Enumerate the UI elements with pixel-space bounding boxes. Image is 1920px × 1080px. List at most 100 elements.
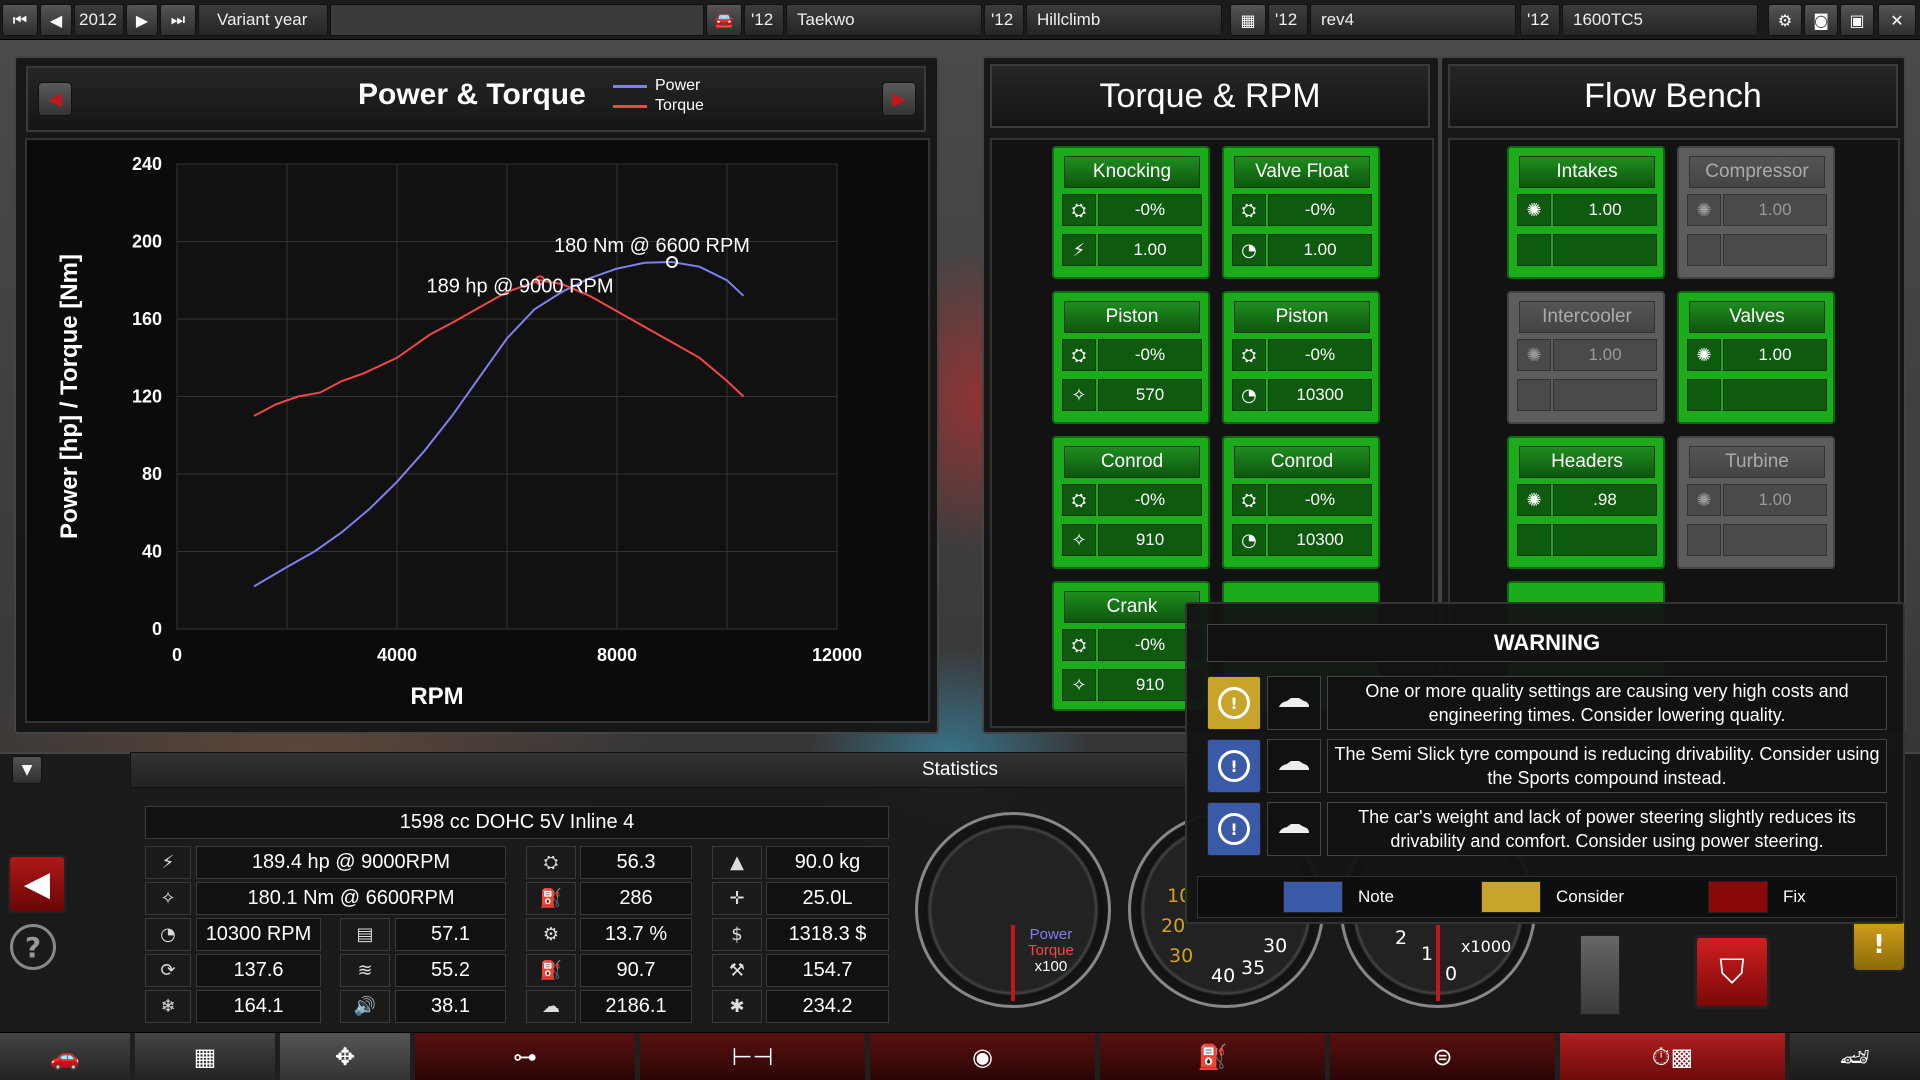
- flow-card-compressor[interactable]: Compressor ✺ 1.00: [1677, 146, 1835, 279]
- parts-icon[interactable]: ✥: [280, 1033, 410, 1080]
- card-title: Intakes: [1519, 156, 1655, 188]
- rpm-tick-1: 1: [1421, 943, 1434, 965]
- engine-block-icon[interactable]: ▦: [135, 1033, 275, 1080]
- stat-value: 154.7: [766, 954, 889, 987]
- rpm-scale-label: x1000: [1461, 937, 1512, 956]
- first-year-button[interactable]: ⏮: [2, 4, 38, 36]
- chart-area: 0 40 80 120 160 200 240 0 4000 8000 12000 RPM Power …: [25, 138, 930, 723]
- slot4-name[interactable]: 1600TC5: [1562, 4, 1758, 36]
- power-icon: ⚡: [1062, 234, 1096, 266]
- engine-icon: ⛭: [1062, 194, 1096, 226]
- engine-icon: ⛭: [526, 846, 576, 879]
- bottom-end-icon[interactable]: ⊶: [415, 1033, 635, 1080]
- torque-card-conrod[interactable]: Conrod ⛭ -0% ✧ 910: [1052, 436, 1210, 569]
- engine-description: 1598 cc DOHC 5V Inline 4: [145, 806, 889, 839]
- slot3-name[interactable]: rev4: [1310, 4, 1516, 36]
- next-year-button[interactable]: ▶: [126, 4, 158, 36]
- camera-icon[interactable]: ◙: [1804, 4, 1838, 36]
- top-toolbar: ⏮ ◀ 2012 ▶ ⏭ Variant year 🚘 '12 Taekwo '…: [0, 0, 1920, 40]
- prev-year-button[interactable]: ◀: [40, 4, 72, 36]
- efficiency-icon: ⚙: [526, 918, 576, 951]
- empty-slot: [1687, 234, 1721, 266]
- car-category-icon[interactable]: [1267, 676, 1321, 730]
- stat-value: 164.1: [196, 990, 321, 1023]
- legend-torque: Torque: [613, 96, 704, 116]
- torque-icon: ✧: [145, 882, 191, 915]
- card-value-2: 910: [1098, 524, 1202, 556]
- car-model-icon[interactable]: 🚘: [706, 4, 742, 36]
- gear-lever[interactable]: [1580, 935, 1620, 1015]
- save-icon[interactable]: ▣: [1840, 4, 1874, 36]
- x-tick-label: 0: [172, 645, 182, 665]
- card-value-2: 10300: [1268, 379, 1372, 411]
- stat-value: 10300 RPM: [196, 918, 321, 951]
- exhaust-icon[interactable]: ⊜: [1330, 1033, 1555, 1080]
- warning-title: WARNING: [1207, 624, 1887, 662]
- next-graph-button[interactable]: ▶: [882, 82, 916, 116]
- last-year-button[interactable]: ⏭: [160, 4, 196, 36]
- prev-graph-button[interactable]: ◀: [38, 82, 72, 116]
- warnings-toggle-icon[interactable]: !: [1852, 918, 1906, 972]
- fuel-system-icon[interactable]: ⛽: [1100, 1033, 1325, 1080]
- x-axis-label: RPM: [410, 683, 463, 710]
- stat-value: 25.0L: [766, 882, 889, 915]
- warning-text: The car's weight and lack of power steer…: [1327, 802, 1887, 856]
- top-end-icon[interactable]: ⊢⊣: [640, 1033, 865, 1080]
- card-title: Piston: [1234, 301, 1370, 333]
- close-icon[interactable]: ✕: [1878, 4, 1916, 36]
- cooling-icon: ❄: [145, 990, 191, 1023]
- empty-slot: [1723, 379, 1827, 411]
- torque-card-conrod[interactable]: Conrod ⛭ -0% ◔ 10300: [1222, 436, 1380, 569]
- engine-icon: ⛭: [1062, 484, 1096, 516]
- collapse-stats-button[interactable]: ▼: [12, 756, 42, 784]
- engine-family-icon[interactable]: ▦: [1230, 4, 1266, 36]
- card-value: 1.00: [1553, 339, 1657, 371]
- noise-icon: 🔊: [340, 990, 390, 1023]
- test-icon[interactable]: ⏱▩: [1560, 1033, 1785, 1080]
- torque-card-knocking[interactable]: Knocking ⛭ -0% ⚡ 1.00: [1052, 146, 1210, 279]
- aspiration-icon[interactable]: ◉: [870, 1033, 1095, 1080]
- empty-slot: [1553, 234, 1657, 266]
- settings-gear-icon[interactable]: ⚙: [1768, 4, 1802, 36]
- slot2-name[interactable]: Hillclimb: [1026, 4, 1222, 36]
- torque-rpm-title: Torque & RPM: [1099, 77, 1321, 115]
- warning-text: The Semi Slick tyre compound is reducing…: [1327, 739, 1887, 793]
- stat-value: 286: [580, 882, 692, 915]
- dyno-test-button[interactable]: ⛉: [1694, 935, 1770, 1009]
- back-button[interactable]: ◀: [8, 855, 66, 913]
- empty-slot: [1517, 524, 1551, 556]
- flow-icon: ✺: [1687, 339, 1721, 371]
- slot1-name[interactable]: Taekwo: [786, 4, 982, 36]
- y-tick-label: 40: [142, 542, 162, 562]
- card-value: 1.00: [1723, 194, 1827, 226]
- help-icon[interactable]: ?: [10, 924, 56, 970]
- flow-card-headers[interactable]: Headers ✺ .98: [1507, 436, 1665, 569]
- torque-card-valve-float[interactable]: Valve Float ⛭ -0% ◔ 1.00: [1222, 146, 1380, 279]
- flow-card-intercooler[interactable]: Intercooler ✺ 1.00: [1507, 291, 1665, 424]
- year-field[interactable]: 2012: [74, 4, 124, 36]
- flow-card-intakes[interactable]: Intakes ✺ 1.00: [1507, 146, 1665, 279]
- stat-value: 13.7 %: [580, 918, 692, 951]
- y-tick-label: 0: [152, 619, 162, 639]
- card-value-1: -0%: [1098, 194, 1202, 226]
- x-tick-label: 4000: [377, 645, 417, 665]
- warning-text: One or more quality settings are causing…: [1327, 676, 1887, 730]
- card-value: 1.00: [1553, 194, 1657, 226]
- production-icon: ⚒: [712, 954, 762, 987]
- slot3-year: '12: [1268, 4, 1308, 36]
- stat-value: 38.1: [395, 990, 506, 1023]
- car-side-icon[interactable]: 🏎: [1790, 1033, 1920, 1080]
- card-value-2: 10300: [1268, 524, 1372, 556]
- flow-icon: ✺: [1687, 194, 1721, 226]
- card-title: Compressor: [1689, 156, 1825, 188]
- stat-value: 189.4 hp @ 9000RPM: [196, 846, 506, 879]
- torque-rpm-header: Torque & RPM: [990, 64, 1430, 128]
- torque-card-piston[interactable]: Piston ⛭ -0% ◔ 10300: [1222, 291, 1380, 424]
- car-category-icon[interactable]: [1267, 802, 1321, 856]
- weight-icon: ▲: [712, 846, 762, 879]
- flow-card-turbine[interactable]: Turbine ✺ 1.00: [1677, 436, 1835, 569]
- car-icon[interactable]: 🚗: [0, 1033, 130, 1080]
- car-category-icon[interactable]: [1267, 739, 1321, 793]
- torque-card-piston[interactable]: Piston ⛭ -0% ✧ 570: [1052, 291, 1210, 424]
- flow-card-valves[interactable]: Valves ✺ 1.00: [1677, 291, 1835, 424]
